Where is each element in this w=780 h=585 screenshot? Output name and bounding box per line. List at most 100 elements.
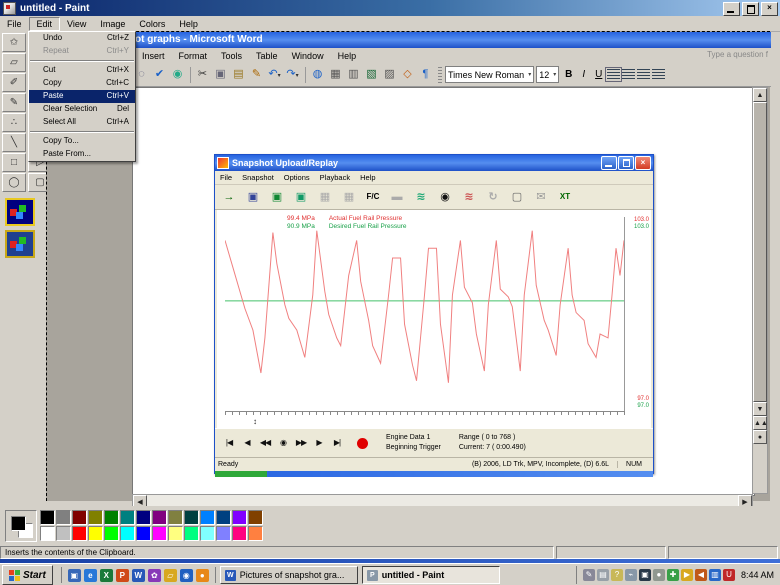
pasted-image-selection[interactable]: ot graphs - Microsoft Word InsertFormatT… <box>46 31 770 501</box>
edit-menu-item-clear-selection[interactable]: Clear SelectionDel <box>29 103 135 116</box>
shield-green-icon[interactable]: ✚ <box>667 569 679 581</box>
ellipse-tool[interactable]: ◯ <box>2 173 26 192</box>
fast-forward-button[interactable]: ▶▶ <box>293 436 309 450</box>
paint-menu-file[interactable]: File <box>0 18 29 30</box>
device-replay-icon[interactable]: ▣ <box>290 187 312 207</box>
font-name-select[interactable]: Times New Roman▾ <box>445 66 534 83</box>
paint-menu-colors[interactable]: Colors <box>132 18 172 30</box>
record-button[interactable] <box>357 438 368 449</box>
paint-menu-image[interactable]: Image <box>93 18 132 30</box>
word-menu-format[interactable]: Format <box>172 51 215 61</box>
media-player-icon[interactable]: ◉ <box>180 569 193 582</box>
color-swatch[interactable] <box>200 526 215 541</box>
color-swatch[interactable] <box>184 510 199 525</box>
research-icon[interactable]: ◉ <box>169 66 186 83</box>
font-size-select[interactable]: 12▾ <box>536 66 559 83</box>
paint-menu-edit[interactable]: Edit <box>29 17 61 31</box>
graph-icon[interactable]: ≋ <box>410 187 432 207</box>
connection-icon[interactable]: ⌁ <box>625 569 637 581</box>
edit-menu-item-paste[interactable]: PasteCtrl+V <box>29 90 135 103</box>
freeform-select-tool[interactable]: ✩ <box>2 33 26 52</box>
word-menu-help[interactable]: Help <box>331 51 364 61</box>
word-menu-window[interactable]: Window <box>285 51 331 61</box>
toolbox-option-icon-1[interactable] <box>5 198 35 226</box>
color-picker-tool[interactable]: ✐ <box>2 73 26 92</box>
go-end-button[interactable]: ▶| <box>329 436 345 450</box>
start-button[interactable]: Start <box>2 565 53 585</box>
spelling-icon[interactable]: ✔ <box>151 66 168 83</box>
lock-icon[interactable]: ◉ <box>434 187 456 207</box>
cut-icon[interactable]: ✂ <box>194 66 211 83</box>
word-vertical-scrollbar[interactable]: ▲ ▼ ▲▲ ● <box>752 87 768 494</box>
show-hide-icon[interactable]: ¶ <box>417 66 434 83</box>
mail-icon[interactable]: ✉ <box>530 187 552 207</box>
snapshot-menu-playback[interactable]: Playback <box>315 173 355 182</box>
color-swatch[interactable] <box>136 510 151 525</box>
go-start-button[interactable]: |◀ <box>221 436 237 450</box>
taskbar-button-pictures-of-snapshot-gra[interactable]: WPictures of snapshot gra... <box>220 566 358 584</box>
align-justify-icon[interactable] <box>652 69 665 80</box>
color-swatch[interactable] <box>56 510 71 525</box>
antivirus-icon[interactable]: U <box>723 569 735 581</box>
scroll-down-icon[interactable]: ▼ <box>753 402 767 416</box>
word-menu-tools[interactable]: Tools <box>214 51 249 61</box>
color-swatch[interactable] <box>40 510 55 525</box>
line-tool[interactable]: ╲ <box>2 133 26 152</box>
volume-icon[interactable]: ◀ <box>695 569 707 581</box>
align-center-icon[interactable] <box>622 69 635 80</box>
color-swatch[interactable] <box>88 510 103 525</box>
toolbox-option-icon-2[interactable] <box>5 230 35 258</box>
edit-menu-item-cut[interactable]: CutCtrl+X <box>29 64 135 77</box>
show-desktop-icon[interactable]: ▣ <box>68 569 81 582</box>
wireless-icon[interactable]: ▶ <box>681 569 693 581</box>
color-swatch[interactable] <box>40 526 55 541</box>
color-swatch[interactable] <box>200 510 215 525</box>
network-icon[interactable]: ▥ <box>709 569 721 581</box>
color-swatch[interactable] <box>168 510 183 525</box>
undo-icon[interactable]: ↶▾ <box>266 66 283 83</box>
color-swatch[interactable] <box>168 526 183 541</box>
color-swatch[interactable] <box>216 526 231 541</box>
color-swatch[interactable] <box>88 526 103 541</box>
snapshot-restore-button[interactable] <box>618 156 634 170</box>
grid-view-2-icon[interactable]: ▦ <box>338 187 360 207</box>
blank-page-icon[interactable]: ▢ <box>506 187 528 207</box>
color-swatch[interactable] <box>56 526 71 541</box>
minimize-button[interactable] <box>723 2 740 16</box>
help-icon[interactable]: ? <box>611 569 623 581</box>
tables-borders-icon[interactable]: ▦ <box>327 66 344 83</box>
snapshot-close-button[interactable]: × <box>635 156 651 170</box>
color-swatch[interactable] <box>136 526 151 541</box>
paste-icon[interactable]: ▤ <box>230 66 247 83</box>
color-swatch[interactable] <box>152 510 167 525</box>
grid-view-icon[interactable]: ▦ <box>314 187 336 207</box>
underline-button[interactable]: U <box>591 67 606 83</box>
columns-icon[interactable]: ▨ <box>381 66 398 83</box>
browse-object-icon[interactable]: ● <box>753 430 767 444</box>
color-swatch[interactable] <box>248 526 263 541</box>
pen-icon[interactable]: ✎ <box>583 569 595 581</box>
color-swatch[interactable] <box>120 510 135 525</box>
refresh-icon[interactable]: ↻ <box>482 187 504 207</box>
edit-menu-item-undo[interactable]: UndoCtrl+Z <box>29 32 135 45</box>
rectangle-tool[interactable]: □ <box>2 153 26 172</box>
graph-colors-icon[interactable]: ≋ <box>458 187 480 207</box>
align-right-icon[interactable] <box>637 69 650 80</box>
xt-icon[interactable]: XT <box>554 187 576 207</box>
exit-icon[interactable]: → <box>218 187 240 207</box>
copy-icon[interactable]: ▣ <box>212 66 229 83</box>
color-swatch[interactable] <box>72 526 87 541</box>
redo-icon[interactable]: ↷▾ <box>284 66 301 83</box>
display-icon[interactable]: ▣ <box>639 569 651 581</box>
paint-menu-view[interactable]: View <box>60 18 93 30</box>
device-snapshot-icon[interactable]: ▣ <box>266 187 288 207</box>
snapshot-menu-snapshot[interactable]: Snapshot <box>237 173 279 182</box>
scrollbar-thumb[interactable] <box>753 102 767 402</box>
color-swatch[interactable] <box>216 510 231 525</box>
edit-menu-item-paste-from[interactable]: Paste From... <box>29 148 135 161</box>
word-icon[interactable]: W <box>132 569 145 582</box>
snapshot-menu-options[interactable]: Options <box>279 173 315 182</box>
close-button[interactable]: × <box>761 2 778 16</box>
edit-menu-item-copy[interactable]: CopyCtrl+C <box>29 77 135 90</box>
color-swatch[interactable] <box>248 510 263 525</box>
